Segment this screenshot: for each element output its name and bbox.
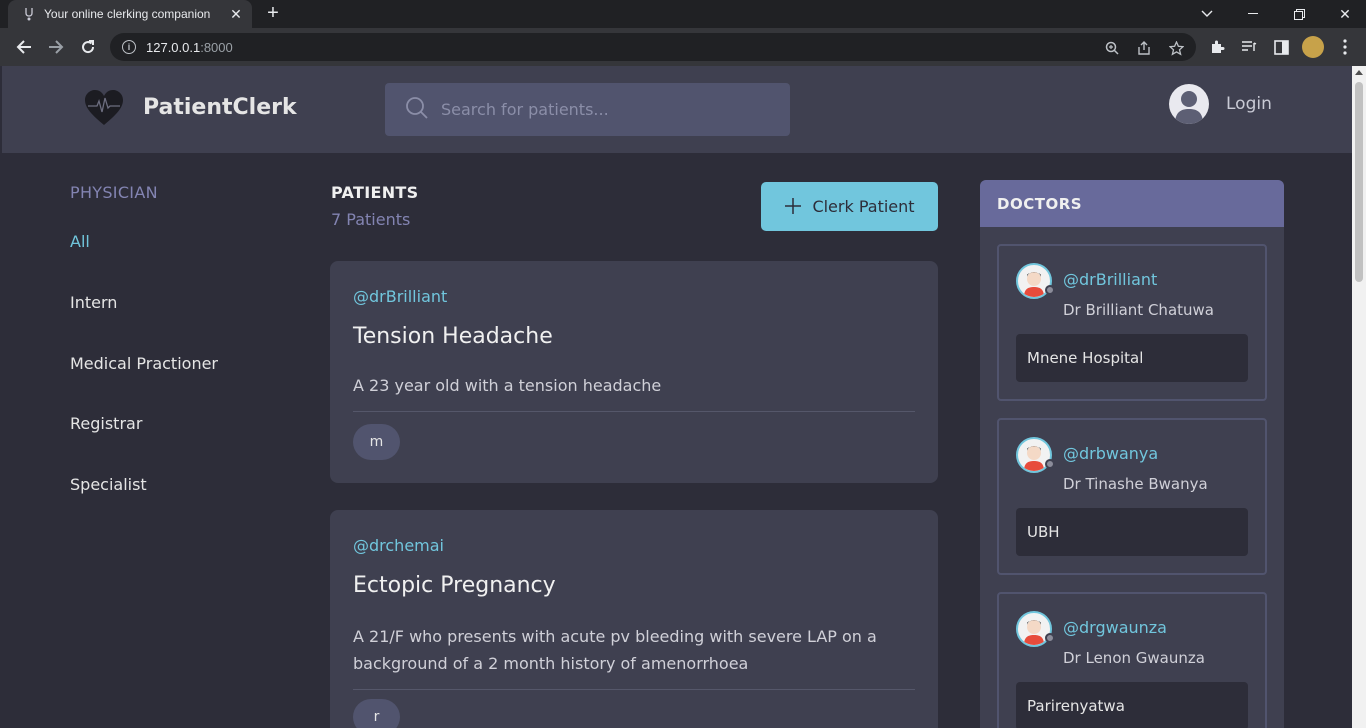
new-tab-button[interactable]: +	[262, 3, 284, 25]
zoom-icon[interactable]	[1104, 40, 1120, 56]
browser-toolbar: i 127.0.0.1:8000	[0, 28, 1366, 66]
search-bar[interactable]	[385, 83, 790, 136]
page-scrollbar[interactable]	[1352, 66, 1366, 728]
search-icon	[405, 96, 429, 124]
card-title[interactable]: Ectopic Pregnancy	[353, 573, 556, 598]
user-avatar-icon[interactable]	[1169, 84, 1209, 124]
doctors-panel: DOCTORS @drBrilliant Dr Brilliant Chatuw…	[980, 180, 1284, 728]
card-author-handle[interactable]: @drBrilliant	[353, 287, 447, 306]
patient-card[interactable]: @drBrilliant Tension Headache A 23 year …	[330, 261, 938, 483]
card-divider	[353, 411, 915, 412]
doctor-hospital: Parirenyatwa	[1016, 682, 1248, 728]
status-dot	[1045, 285, 1055, 295]
browser-tabbar: Your online clerking companion ✕ + ✕	[0, 0, 1366, 28]
clerk-patient-button[interactable]: Clerk Patient	[761, 182, 938, 231]
share-icon[interactable]	[1136, 40, 1152, 56]
filter-registrar[interactable]: Registrar	[70, 414, 142, 433]
reload-icon[interactable]	[77, 36, 99, 58]
heart-logo-icon[interactable]	[84, 90, 124, 126]
doctor-card[interactable]: @drgwaunza Dr Lenon Gwaunza Parirenyatwa	[997, 592, 1267, 728]
patient-card[interactable]: @drchemai Ectopic Pregnancy A 21/F who p…	[330, 510, 938, 728]
extensions-icon[interactable]	[1208, 38, 1226, 56]
tab-close-icon[interactable]: ✕	[226, 6, 246, 23]
scrollbar-thumb[interactable]	[1355, 82, 1363, 282]
profile-avatar-icon[interactable]	[1302, 36, 1324, 58]
site-header: PatientClerk Login	[2, 66, 1352, 153]
brand-name[interactable]: PatientClerk	[143, 95, 297, 120]
filter-medical-practioner[interactable]: Medical Practioner	[70, 354, 218, 373]
forward-icon[interactable]	[45, 36, 67, 58]
filter-all[interactable]: All	[70, 232, 90, 251]
filter-specialist[interactable]: Specialist	[70, 475, 147, 494]
minimize-button[interactable]	[1230, 0, 1276, 28]
card-author-handle[interactable]: @drchemai	[353, 536, 444, 555]
site-info-icon[interactable]: i	[122, 40, 136, 54]
side-panel-icon[interactable]	[1272, 38, 1290, 56]
card-title[interactable]: Tension Headache	[353, 324, 553, 349]
restore-button[interactable]	[1276, 0, 1322, 28]
doctor-name: Dr Lenon Gwaunza	[1063, 649, 1205, 667]
stethoscope-icon	[22, 7, 36, 21]
card-description: A 21/F who presents with acute pv bleedi…	[353, 627, 877, 673]
card-divider	[353, 689, 915, 690]
doctor-hospital: UBH	[1016, 508, 1248, 556]
patients-count: 7 Patients	[331, 210, 411, 229]
browser-tab[interactable]: Your online clerking companion ✕	[8, 0, 252, 28]
doctors-title: DOCTORS	[980, 180, 1284, 227]
doctor-hospital: Mnene Hospital	[1016, 334, 1248, 382]
doctor-handle[interactable]: @drbwanya	[1063, 444, 1158, 463]
doctor-handle[interactable]: @drBrilliant	[1063, 270, 1157, 289]
card-tag[interactable]: m	[353, 424, 400, 460]
doctor-handle[interactable]: @drgwaunza	[1063, 618, 1167, 637]
physician-filter-title: PHYSICIAN	[70, 183, 158, 202]
doctor-name: Dr Brilliant Chatuwa	[1063, 301, 1214, 319]
card-tag[interactable]: r	[353, 699, 400, 728]
login-link[interactable]: Login	[1226, 94, 1272, 114]
filter-intern[interactable]: Intern	[70, 293, 117, 312]
doctor-card[interactable]: @drbwanya Dr Tinashe Bwanya UBH	[997, 418, 1267, 575]
tab-search-icon[interactable]	[1184, 0, 1230, 28]
doctor-name: Dr Tinashe Bwanya	[1063, 475, 1208, 493]
tab-title: Your online clerking companion	[44, 7, 211, 21]
patients-title: PATIENTS	[331, 183, 419, 202]
media-queue-icon[interactable]	[1240, 38, 1258, 56]
plus-icon	[784, 195, 802, 219]
back-icon[interactable]	[13, 36, 35, 58]
status-dot	[1045, 633, 1055, 643]
doctor-card[interactable]: @drBrilliant Dr Brilliant Chatuwa Mnene …	[997, 244, 1267, 401]
address-bar[interactable]: i 127.0.0.1:8000	[110, 33, 1196, 61]
search-input[interactable]	[441, 100, 771, 119]
bookmark-star-icon[interactable]	[1168, 40, 1184, 56]
card-description: A 23 year old with a tension headache	[353, 376, 662, 395]
clerk-patient-label: Clerk Patient	[812, 197, 915, 216]
status-dot	[1045, 459, 1055, 469]
close-window-button[interactable]: ✕	[1322, 0, 1366, 28]
menu-dots-icon[interactable]	[1336, 38, 1354, 56]
url-text: 127.0.0.1:8000	[146, 39, 233, 55]
page: PatientClerk Login PHYSICIAN All Intern …	[2, 66, 1352, 728]
scroll-up-arrow-icon[interactable]	[1355, 70, 1363, 75]
